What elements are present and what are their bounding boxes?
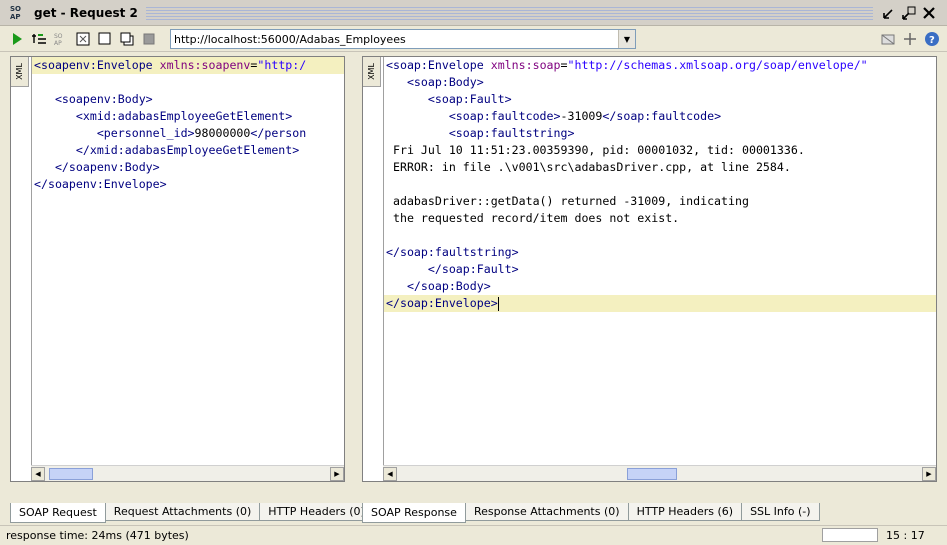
caret-position: 15 : 17 bbox=[886, 529, 925, 542]
code-line: <soap:faultcode>-31009</soap:faultcode> bbox=[386, 109, 722, 123]
scroll-track[interactable] bbox=[45, 467, 330, 481]
svg-text:?: ? bbox=[929, 35, 935, 46]
status-progress-box bbox=[822, 528, 878, 542]
code-line: </xmid:adabasEmployeeGetElement> bbox=[34, 143, 300, 157]
tab-ssl-info[interactable]: SSL Info (-) bbox=[741, 503, 820, 521]
app-icon-text: SO AP bbox=[10, 4, 21, 21]
scroll-left-icon[interactable]: ◀ bbox=[31, 466, 45, 481]
response-tabs: SOAP Response Response Attachments (0) H… bbox=[362, 503, 820, 523]
tab-request-http-headers[interactable]: HTTP Headers (0) bbox=[259, 503, 374, 521]
code-line: <xmid:adabasEmployeeGetElement> bbox=[34, 109, 293, 123]
code-line: </soap:Body> bbox=[386, 279, 491, 293]
endpoint-url-text: http://localhost:56000/Adabas_Employees bbox=[174, 32, 406, 46]
code-line: <soapenv:Body> bbox=[34, 92, 153, 106]
code-line: <personnel_id>98000000</person bbox=[34, 126, 307, 140]
close-window-icon[interactable] bbox=[921, 5, 937, 21]
response-editor-panel: XML <soap:Envelope xmlns:soap="http://sc… bbox=[362, 56, 937, 482]
scroll-left-icon[interactable]: ◀ bbox=[383, 466, 397, 481]
status-bar: response time: 24ms (471 bytes) 15 : 17 bbox=[0, 525, 947, 545]
toolbar-right-group: ? bbox=[875, 30, 941, 48]
request-xml-tab-label: XML bbox=[15, 63, 24, 80]
tab-soap-request[interactable]: SOAP Request bbox=[10, 503, 106, 523]
code-line: </soapenv:Body> bbox=[34, 160, 160, 174]
svg-text:AP: AP bbox=[54, 40, 62, 47]
code-line: adabasDriver::getData() returned -31009,… bbox=[386, 194, 749, 208]
copy-request-button[interactable] bbox=[118, 30, 136, 48]
soap-app-icon: SO AP bbox=[10, 3, 28, 23]
run-request-button[interactable] bbox=[8, 30, 26, 48]
tab-response-attachments[interactable]: Response Attachments (0) bbox=[464, 503, 629, 521]
scroll-thumb[interactable] bbox=[627, 467, 677, 480]
code-line: </soap:Fault> bbox=[386, 262, 519, 276]
restore-window-icon[interactable] bbox=[901, 5, 917, 21]
minimize-window-icon[interactable] bbox=[881, 5, 897, 21]
response-xml-editor[interactable]: <soap:Envelope xmlns:soap="http://schema… bbox=[383, 57, 936, 465]
help-icon[interactable]: ? bbox=[923, 30, 941, 48]
request-xml-tab[interactable]: XML bbox=[11, 57, 29, 87]
code-line: <soap:faultstring> bbox=[386, 126, 575, 140]
add-to-testcase-button[interactable] bbox=[30, 30, 48, 48]
soap-icon-button[interactable]: SO AP bbox=[52, 30, 70, 48]
code-line: <soapenv:Envelope xmlns:soapenv="http:/ bbox=[32, 57, 344, 74]
code-line-current: </soap:Envelope> bbox=[384, 295, 936, 312]
code-line: Fri Jul 10 11:51:23.00359390, pid: 00001… bbox=[386, 143, 805, 157]
title-drag-area[interactable] bbox=[145, 5, 873, 20]
add-assertion-icon[interactable] bbox=[901, 30, 919, 48]
code-line: <soap:Envelope xmlns:soap="http://schema… bbox=[386, 58, 868, 72]
svg-text:SO: SO bbox=[54, 33, 63, 40]
code-line: <soap:Body> bbox=[386, 75, 484, 89]
scroll-thumb[interactable] bbox=[49, 467, 93, 480]
code-line: </soapenv:Envelope> bbox=[34, 177, 167, 191]
tile-panels-icon[interactable] bbox=[879, 30, 897, 48]
request-xml-editor[interactable]: <soapenv:Envelope xmlns:soapenv="http:/ … bbox=[31, 57, 344, 465]
response-xml-tab[interactable]: XML bbox=[363, 57, 381, 87]
code-line: the requested record/item does not exist… bbox=[386, 211, 680, 225]
tab-request-attachments[interactable]: Request Attachments (0) bbox=[104, 503, 261, 521]
create-empty-request-button[interactable] bbox=[74, 30, 92, 48]
tab-response-http-headers[interactable]: HTTP Headers (6) bbox=[627, 503, 743, 521]
response-horizontal-scrollbar[interactable]: ◀ ▶ bbox=[383, 465, 936, 481]
scroll-right-icon[interactable]: ▶ bbox=[922, 466, 936, 481]
scroll-right-icon[interactable]: ▶ bbox=[330, 466, 344, 481]
scroll-track[interactable] bbox=[397, 467, 922, 481]
request-horizontal-scrollbar[interactable]: ◀ ▶ bbox=[31, 465, 344, 481]
code-line: ERROR: in file .\v001\src\adabasDriver.c… bbox=[386, 160, 791, 174]
request-toolbar: SO AP http://localhost:56000/Adabas_Emplo… bbox=[0, 26, 947, 52]
response-xml-tab-label: XML bbox=[367, 63, 376, 80]
cancel-request-button[interactable] bbox=[140, 30, 158, 48]
endpoint-url-combobox[interactable]: http://localhost:56000/Adabas_Employees … bbox=[170, 29, 636, 49]
window-title: get - Request 2 bbox=[34, 5, 138, 20]
panel-splitter[interactable] bbox=[352, 56, 356, 506]
code-line: </soap:faultstring> bbox=[386, 245, 519, 259]
tab-soap-response[interactable]: SOAP Response bbox=[362, 503, 466, 523]
request-editor-panel: XML <soapenv:Envelope xmlns:soapenv="htt… bbox=[10, 56, 345, 482]
request-tabs: SOAP Request Request Attachments (0) HTT… bbox=[10, 503, 374, 523]
text-caret bbox=[497, 296, 499, 311]
code-line: <soap:Fault> bbox=[386, 92, 512, 106]
response-time-text: response time: 24ms (471 bytes) bbox=[6, 529, 189, 542]
title-bar: SO AP get - Request 2 bbox=[0, 0, 947, 26]
chevron-down-icon[interactable]: ▼ bbox=[618, 30, 635, 48]
clone-request-button[interactable] bbox=[96, 30, 114, 48]
